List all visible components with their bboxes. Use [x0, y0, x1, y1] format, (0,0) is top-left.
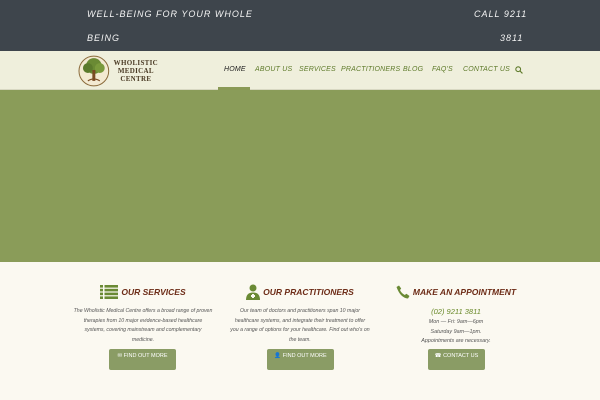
nav-practitioners[interactable]: PRACTITIONERS — [341, 66, 400, 73]
services-title[interactable]: OUR SERVICES — [73, 283, 213, 301]
practitioners-title[interactable]: OUR PRACTITIONERS — [230, 283, 370, 301]
practitioners-description: Our team of doctors and practitioners sp… — [230, 308, 370, 343]
appointment-phone[interactable]: (02) 9211 3811 — [386, 307, 526, 316]
practitioners-find-out-more-button[interactable]: 👤 FIND OUT MORE — [267, 349, 334, 370]
nav-blog[interactable]: BLOG — [403, 66, 423, 73]
phone-icon — [396, 285, 410, 299]
tree-logo-icon — [78, 55, 110, 87]
hours-weekday: Mon — Fri: 9am—6pm — [428, 319, 484, 325]
appointment-title[interactable]: MAKE AN APPOINTMENT — [386, 283, 526, 301]
site-header: WHOLISTIC MEDICAL CENTRE HOME ABOUT US S… — [0, 51, 600, 90]
appointment-feature: MAKE AN APPOINTMENT (02) 9211 3811 Mon —… — [386, 283, 526, 347]
nav-faqs[interactable]: FAQ'S — [432, 66, 453, 73]
practitioners-feature: OUR PRACTITIONERS Our team of doctors an… — [230, 283, 370, 345]
phone-small-icon: ☎ — [434, 353, 444, 359]
hours-saturday: Saturday 9am—1pm. — [430, 328, 482, 335]
nav-about-us[interactable]: ABOUT US — [255, 66, 292, 73]
doctor-icon — [246, 284, 261, 300]
nav-services[interactable]: SERVICES — [299, 66, 336, 73]
top-bar: WELL-BEING FOR YOUR WHOLE BEING CALL 921… — [0, 0, 600, 51]
tagline-continued: BEING — [87, 33, 121, 43]
logo-wordmark: WHOLISTIC MEDICAL CENTRE — [113, 59, 158, 83]
user-icon: 👤 — [274, 353, 283, 359]
list-icon — [100, 285, 119, 299]
hero-banner — [0, 90, 600, 262]
nav-home[interactable]: HOME — [224, 66, 246, 73]
tagline: WELL-BEING FOR YOUR WHOLE — [87, 9, 253, 19]
site-logo[interactable]: WHOLISTIC MEDICAL CENTRE — [78, 54, 158, 88]
phone-callout[interactable]: CALL 9211 — [474, 9, 527, 19]
appointment-note: Appointments are necessary. — [421, 338, 491, 344]
contact-us-button[interactable]: ☎ CONTACT US — [428, 349, 485, 370]
services-description: The Wholistic Medical Centre offers a br… — [73, 308, 213, 343]
search-icon[interactable] — [515, 66, 523, 74]
services-find-out-more-button[interactable]: ✉ FIND OUT MORE — [109, 349, 176, 370]
services-feature: OUR SERVICES The Wholistic Medical Centr… — [73, 283, 213, 345]
nav-contact-us[interactable]: CONTACT US — [463, 66, 510, 73]
phone-callout-continued[interactable]: 3811 — [500, 33, 523, 43]
